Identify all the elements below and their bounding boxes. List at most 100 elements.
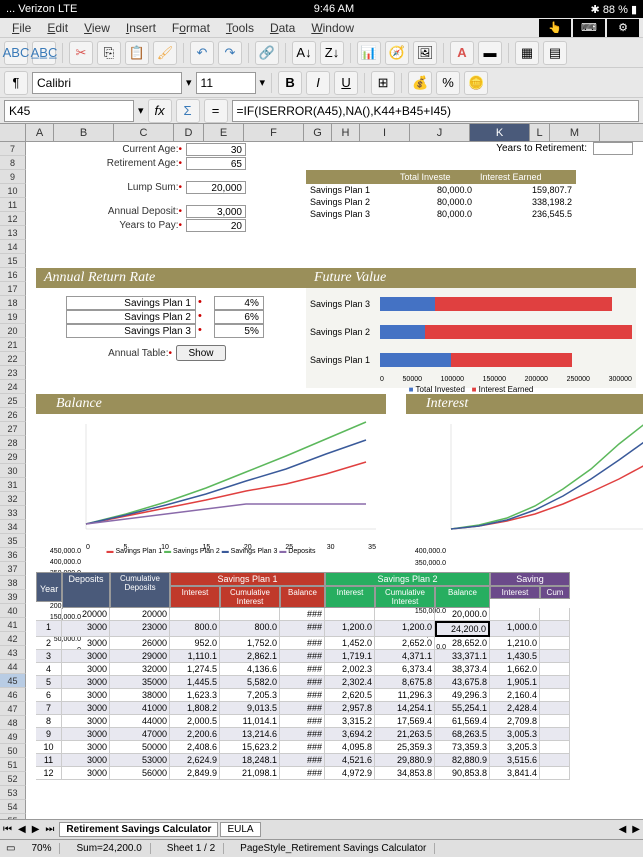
hscroll-right-icon[interactable]: ▶ [629,824,643,835]
zoom-level[interactable]: 70% [23,843,60,854]
row-7[interactable]: 7 [0,142,26,156]
row-44[interactable]: 44 [0,660,26,674]
tab-calculator[interactable]: Retirement Savings Calculator [59,822,218,837]
tab-prev-icon[interactable]: ◀ [15,824,29,835]
current-age-value[interactable]: 30 [186,143,246,156]
merge-cells-icon[interactable]: ⊞ [371,71,395,95]
row-34[interactable]: 34 [0,520,26,534]
row-23[interactable]: 23 [0,366,26,380]
row-17[interactable]: 17 [0,282,26,296]
col-B[interactable]: B [54,124,114,141]
row-headers[interactable]: 7891011121314151617181920212223242526272… [0,142,26,822]
copy-icon[interactable]: ⎘ [97,41,121,65]
font-color-icon[interactable]: A [450,41,474,65]
menu-insert[interactable]: Insert [118,21,164,35]
table-row[interactable]: 1 3000 23000 800.0 800.0 ### 1,200.0 1,2… [36,621,570,637]
gallery-icon[interactable]: 🖼 [413,41,437,65]
highlight-icon[interactable]: ▬ [478,41,502,65]
formula-input[interactable] [232,100,639,122]
col-L[interactable]: L [530,124,550,141]
years-retire-value[interactable] [593,142,633,155]
spreadsheet-grid[interactable]: 7891011121314151617181920212223242526272… [0,142,643,822]
insert-mode-icon[interactable]: ▭ [6,843,15,854]
underline-button[interactable]: U [334,71,358,95]
menu-edit[interactable]: Edit [39,21,76,35]
col-I[interactable]: I [360,124,410,141]
table-row[interactable]: 7 3000 41000 1,808.2 9,013.5 ### 2,957.8… [36,702,570,715]
menu-data[interactable]: Data [262,21,303,35]
row-10[interactable]: 10 [0,184,26,198]
italic-button[interactable]: I [306,71,330,95]
redo-icon[interactable]: ↷ [218,41,242,65]
name-box[interactable] [4,100,134,122]
row-31[interactable]: 31 [0,478,26,492]
menu-window[interactable]: Window [303,21,362,35]
row-13[interactable]: 13 [0,226,26,240]
col-K[interactable]: K [470,124,530,141]
columns-icon[interactable]: ▦ [515,41,539,65]
settings-button[interactable]: ⚙ [607,19,639,37]
currency-icon[interactable]: 💰 [408,71,432,95]
row-21[interactable]: 21 [0,338,26,352]
font-name-input[interactable] [32,72,182,94]
row-41[interactable]: 41 [0,618,26,632]
row-11[interactable]: 11 [0,198,26,212]
table-row[interactable]: 3 3000 29000 1,110.1 2,862.1 ### 1,719.1… [36,650,570,663]
row-19[interactable]: 19 [0,310,26,324]
table-row[interactable]: 11 3000 53000 2,624.9 18,248.1 ### 4,521… [36,754,570,767]
table-row[interactable]: 9 3000 47000 2,200.6 13,214.6 ### 3,694.… [36,728,570,741]
chart-icon[interactable]: 📊 [357,41,381,65]
percent-icon[interactable]: % [436,71,460,95]
row-50[interactable]: 50 [0,744,26,758]
row-32[interactable]: 32 [0,492,26,506]
row-35[interactable]: 35 [0,534,26,548]
tab-eula[interactable]: EULA [220,822,260,837]
row-18[interactable]: 18 [0,296,26,310]
table-row[interactable]: 12 3000 56000 2,849.9 21,098.1 ### 4,972… [36,767,570,780]
headers-icon[interactable]: ▤ [543,41,567,65]
table-row[interactable]: 2 3000 26000 952.0 1,752.0 ### 1,452.0 2… [36,637,570,650]
function-wizard-icon[interactable]: fx [148,99,172,123]
menu-format[interactable]: Format [164,21,218,35]
row-36[interactable]: 36 [0,548,26,562]
row-49[interactable]: 49 [0,730,26,744]
row-26[interactable]: 26 [0,408,26,422]
row-38[interactable]: 38 [0,576,26,590]
table-row[interactable]: 20000 20000 ### 20,000.0 [36,608,570,621]
row-12[interactable]: 12 [0,212,26,226]
styles-icon[interactable]: ¶ [4,71,28,95]
col-A[interactable]: A [26,124,54,141]
years-to-pay-value[interactable]: 20 [186,219,246,232]
row-9[interactable]: 9 [0,170,26,184]
row-29[interactable]: 29 [0,450,26,464]
sort-desc-icon[interactable]: Z↓ [320,41,344,65]
hyperlink-icon[interactable]: 🔗 [255,41,279,65]
keyboard-button[interactable]: ⌨ [573,19,605,37]
row-15[interactable]: 15 [0,254,26,268]
row-8[interactable]: 8 [0,156,26,170]
sum-icon[interactable]: Σ [176,99,200,123]
row-43[interactable]: 43 [0,646,26,660]
menu-file[interactable]: File [4,21,39,35]
navigator-icon[interactable]: 🧭 [385,41,409,65]
row-20[interactable]: 20 [0,324,26,338]
row-45[interactable]: 45 [0,674,26,688]
paste-icon[interactable]: 📋 [125,41,149,65]
row-25[interactable]: 25 [0,394,26,408]
annual-deposit-value[interactable]: 3,000 [186,205,246,218]
row-39[interactable]: 39 [0,590,26,604]
row-27[interactable]: 27 [0,422,26,436]
row-46[interactable]: 46 [0,688,26,702]
font-size-input[interactable] [196,72,256,94]
size-dropdown-icon[interactable]: ▾ [260,76,266,89]
font-dropdown-icon[interactable]: ▾ [186,76,192,89]
row-48[interactable]: 48 [0,716,26,730]
select-all-corner[interactable] [0,124,26,141]
col-C[interactable]: C [114,124,174,141]
col-H[interactable]: H [332,124,360,141]
column-headers[interactable]: A B C D E F G H I J K L M [0,124,643,142]
row-16[interactable]: 16 [0,268,26,282]
row-42[interactable]: 42 [0,632,26,646]
tab-last-icon[interactable]: ⏭ [42,824,57,835]
table-row[interactable]: 8 3000 44000 2,000.5 11,014.1 ### 3,315.… [36,715,570,728]
